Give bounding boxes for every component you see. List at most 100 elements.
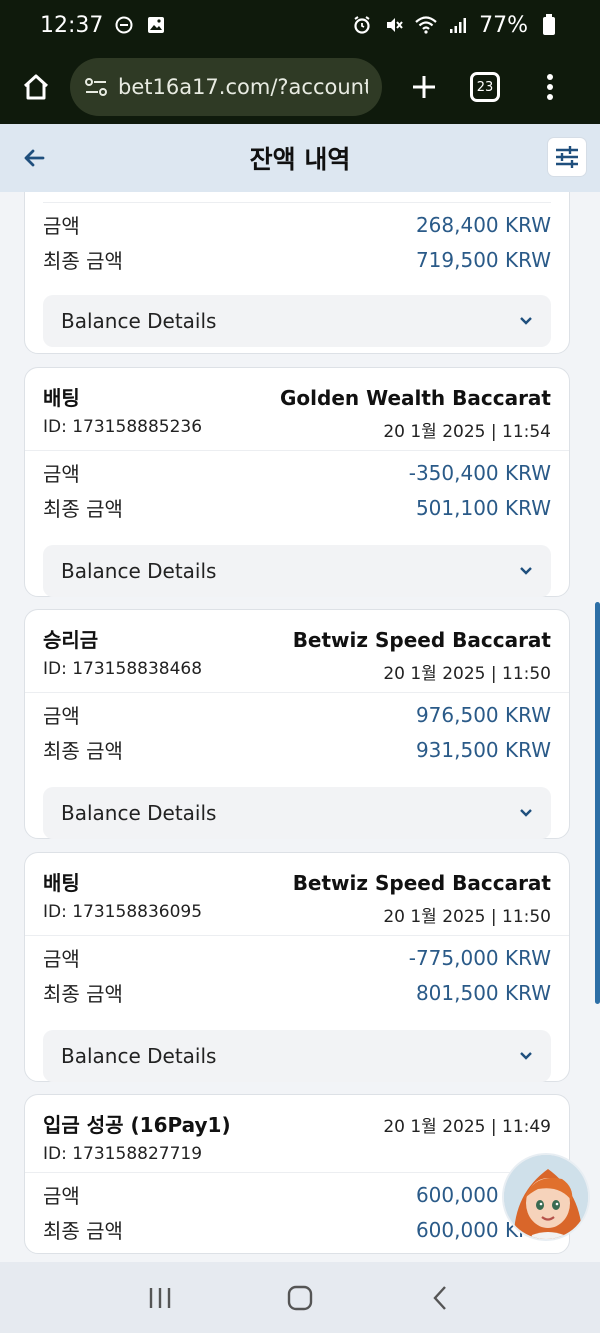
card-header: 승리금 Betwiz Speed Baccarat	[25, 610, 569, 653]
card-meta: ID: 173158885236 20 1월 2025 | 11:54	[25, 411, 569, 451]
final-amount-label: 최종 금액	[43, 497, 123, 521]
page-header: 잔액 내역	[0, 124, 600, 192]
final-amount-label: 최종 금액	[43, 1219, 123, 1243]
alarm-icon	[351, 14, 373, 36]
final-amount-row: 최종 금액 801,500 KRW	[25, 975, 569, 1010]
signal-icon	[447, 14, 469, 36]
url-text: bet16a17.com/?accounts=9	[118, 75, 368, 99]
amount-value: -350,400 KRW	[408, 460, 551, 485]
amount-label: 금액	[43, 947, 80, 971]
transaction-card: 배팅 Betwiz Speed Baccarat ID: 17315883609…	[24, 852, 570, 1082]
home-button[interactable]	[14, 65, 58, 109]
final-amount-row: 최종 금액 931,500 KRW	[25, 732, 569, 767]
transaction-card: 승리금 Betwiz Speed Baccarat ID: 1731588384…	[24, 609, 570, 839]
status-right: 77%	[351, 13, 560, 38]
balance-details-label: Balance Details	[61, 309, 217, 333]
final-amount-value: 931,500 KRW	[415, 737, 551, 762]
more-vert-icon	[547, 74, 553, 100]
back-button[interactable]	[14, 138, 54, 178]
tab-count: 23	[476, 79, 494, 95]
balance-details-toggle[interactable]: Balance Details	[43, 1030, 551, 1082]
card-divider	[43, 192, 551, 203]
amount-label: 금액	[43, 214, 80, 238]
final-amount-row: 최종 금액 501,100 KRW	[25, 490, 569, 525]
page-title: 잔액 내역	[249, 145, 351, 174]
new-tab-button[interactable]	[402, 65, 446, 109]
transaction-type: 입금 성공 (16Pay1)	[43, 1113, 231, 1137]
amount-row: 금액 600,000 KRW	[25, 1177, 569, 1212]
tab-switcher-button[interactable]: 23	[470, 72, 500, 102]
final-amount-row: 최종 금액 719,500 KRW	[25, 242, 569, 277]
avatar-girl-icon	[504, 1155, 588, 1239]
transaction-type: 배팅	[43, 871, 80, 895]
game-name: Betwiz Speed Baccarat	[292, 628, 551, 652]
chevron-down-icon	[520, 809, 532, 817]
status-left: 12:37	[40, 13, 167, 38]
status-bar: 12:37 77%	[0, 0, 600, 50]
sliders-icon	[556, 146, 578, 168]
system-nav-bar	[0, 1262, 600, 1333]
transaction-id: ID: 173158838468	[43, 659, 203, 679]
final-amount-label: 최종 금액	[43, 739, 123, 763]
balance-details-toggle[interactable]: Balance Details	[43, 545, 551, 597]
balance-details-toggle[interactable]: Balance Details	[43, 295, 551, 347]
chevron-down-icon	[520, 567, 532, 575]
chevron-down-icon	[520, 317, 532, 325]
home-icon	[23, 74, 49, 100]
card-meta: ID: 173158838468 20 1월 2025 | 11:50	[25, 653, 569, 693]
balance-details-toggle[interactable]: Balance Details	[43, 787, 551, 839]
amount-label: 금액	[43, 704, 80, 728]
final-amount-label: 최종 금액	[43, 249, 123, 273]
final-amount-row: 최종 금액 600,000 KRW	[25, 1212, 569, 1247]
arrow-left-icon	[24, 149, 45, 167]
recents-icon	[149, 1287, 171, 1308]
home-circle-icon	[287, 1285, 313, 1310]
final-amount-value: 801,500 KRW	[415, 980, 551, 1005]
amount-row: 금액 976,500 KRW	[25, 697, 569, 732]
card-meta: ID: 173158836095 20 1월 2025 | 11:50	[25, 896, 569, 936]
balance-history-list[interactable]: 금액 268,400 KRW 최종 금액 719,500 KRW Balance…	[0, 192, 600, 1262]
browser-toolbar: bet16a17.com/?accounts=9 23	[0, 50, 600, 124]
amount-label: 금액	[43, 1184, 80, 1208]
status-time: 12:37	[40, 12, 104, 38]
transaction-id: ID: 173158836095	[43, 902, 203, 922]
site-settings-icon[interactable]	[84, 76, 108, 98]
game-name: Betwiz Speed Baccarat	[292, 871, 551, 895]
battery-icon	[538, 14, 560, 36]
final-amount-value: 719,500 KRW	[415, 247, 551, 272]
transaction-datetime: 20 1월 2025 | 11:49	[383, 1117, 551, 1137]
back-nav-button[interactable]	[415, 1273, 465, 1323]
transaction-type: 승리금	[43, 628, 99, 652]
transaction-id: ID: 173158885236	[43, 417, 203, 437]
support-avatar-button[interactable]	[502, 1153, 590, 1241]
balance-details-label: Balance Details	[61, 559, 217, 583]
transaction-datetime: 20 1월 2025 | 11:50	[383, 664, 551, 684]
card-meta: ID: 173158827719	[25, 1138, 569, 1173]
transaction-datetime: 20 1월 2025 | 11:50	[383, 907, 551, 927]
amount-row: 금액 -775,000 KRW	[25, 940, 569, 975]
balance-details-label: Balance Details	[61, 801, 217, 825]
transaction-card-partial: 금액 268,400 KRW 최종 금액 719,500 KRW Balance…	[24, 192, 570, 354]
filter-button[interactable]	[548, 138, 586, 176]
mute-icon	[383, 14, 405, 36]
transaction-card: 입금 성공 (16Pay1) 20 1월 2025 | 11:49 ID: 17…	[24, 1094, 570, 1254]
battery-percent: 77%	[479, 12, 528, 38]
home-nav-button[interactable]	[275, 1273, 325, 1323]
card-header: 입금 성공 (16Pay1) 20 1월 2025 | 11:49	[25, 1095, 569, 1138]
recents-button[interactable]	[135, 1273, 185, 1323]
amount-label: 금액	[43, 462, 80, 486]
amount-value: 268,400 KRW	[415, 212, 551, 237]
address-bar[interactable]: bet16a17.com/?accounts=9	[70, 58, 382, 116]
balance-details-label: Balance Details	[61, 1044, 217, 1068]
game-name: Golden Wealth Baccarat	[280, 386, 551, 410]
card-header: 배팅 Golden Wealth Baccarat	[25, 368, 569, 411]
amount-row: 금액 -350,400 KRW	[25, 455, 569, 490]
transaction-card: 배팅 Golden Wealth Baccarat ID: 1731588852…	[24, 367, 570, 597]
card-header: 배팅 Betwiz Speed Baccarat	[25, 853, 569, 896]
final-amount-label: 최종 금액	[43, 982, 123, 1006]
image-icon	[145, 14, 167, 36]
transaction-datetime: 20 1월 2025 | 11:54	[383, 422, 551, 442]
scrollbar[interactable]	[595, 602, 600, 1004]
wifi-icon	[415, 14, 437, 36]
browser-menu-button[interactable]	[540, 65, 560, 109]
